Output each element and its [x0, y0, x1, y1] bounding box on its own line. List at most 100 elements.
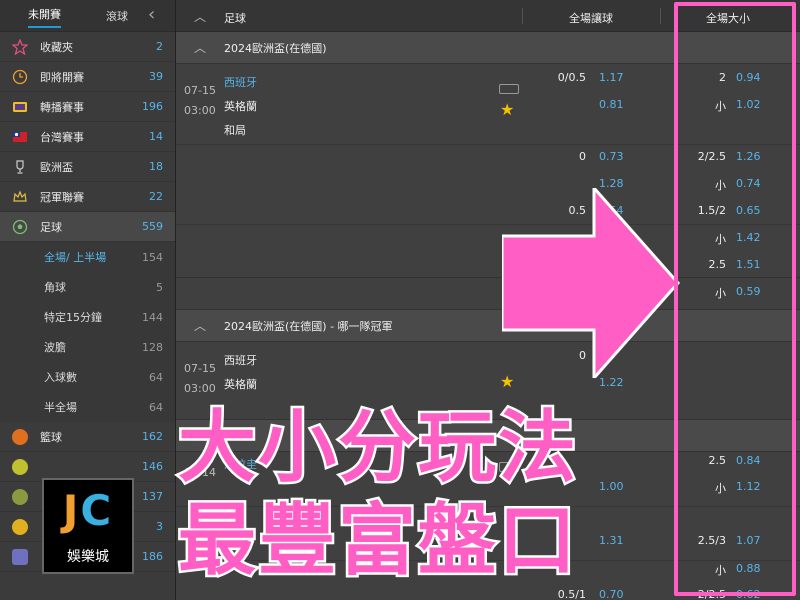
sidebar-item-basketball[interactable]: 籃球 162: [0, 422, 175, 452]
header-divider: [522, 8, 523, 24]
sidebar-item-starting-soon[interactable]: 即將開賽 39: [0, 62, 175, 92]
handicap-odd[interactable]: 1.31: [599, 534, 624, 547]
sidebar-item-champions-league[interactable]: 冠軍聯賽 22: [0, 182, 175, 212]
tab-live[interactable]: 滾球: [106, 8, 128, 24]
match-row: 07-14 烏拉圭 2.5 0.84 1.00 小 1.12 1.31 2.5/…: [176, 452, 800, 600]
ou-line: 小: [715, 179, 726, 192]
league-header[interactable]: ︿ 2024歐洲盃(在德國) - 哪一隊冠軍: [176, 310, 800, 342]
header-handicap: 全場讓球: [569, 12, 613, 25]
trophy-icon: [0, 159, 40, 175]
chevron-up-icon[interactable]: ︿: [194, 427, 206, 444]
volleyball-icon: [0, 518, 40, 535]
away-team[interactable]: 英格蘭: [224, 376, 257, 392]
sidebar-item-label: 即將開賽: [40, 70, 84, 84]
baseball-icon: [0, 488, 40, 505]
sidebar-item-label: 籃球: [40, 430, 62, 444]
ou-odd[interactable]: 1.07: [736, 534, 761, 547]
favorite-star-icon[interactable]: ★: [500, 372, 514, 391]
sidebar-item-count: 196: [142, 100, 163, 113]
sidebar-item-label: 轉播賽事: [40, 100, 84, 114]
basketball-icon: [0, 428, 40, 445]
handicap-odd[interactable]: 0.73: [599, 150, 624, 163]
sidebar-item-taiwan[interactable]: 台灣賽事 14: [0, 122, 175, 152]
ou-odd[interactable]: 1.51: [736, 258, 761, 271]
match-time: 03:00: [184, 382, 216, 395]
league-header[interactable]: ︿ 2024歐洲盃(在德國): [176, 32, 800, 64]
brand-logo: JC 娛樂城: [42, 478, 134, 574]
match-date: 07-15: [184, 362, 216, 375]
chevron-up-icon[interactable]: ︿: [194, 317, 206, 334]
sidebar-item-euro-cup[interactable]: 歐洲盃 18: [0, 152, 175, 182]
ou-odd[interactable]: 0.65: [736, 204, 761, 217]
sidebar-item-label: 足球: [40, 220, 62, 234]
sidebar-subitem-half-full[interactable]: 半全場 64: [0, 392, 175, 422]
handicap-odd[interactable]: 1.00: [599, 480, 624, 493]
ou-odd[interactable]: 0.94: [736, 71, 761, 84]
handicap-odd[interactable]: 1.54: [599, 204, 624, 217]
handicap-line: 0/0.5: [557, 71, 586, 84]
league-name: 2024歐洲盃(在德國) - 哪一隊冠軍: [224, 319, 393, 333]
ou-odd[interactable]: 0.88: [736, 562, 761, 575]
tab-upcoming[interactable]: 未開賽: [28, 6, 61, 28]
sidebar-subitem-total-goals[interactable]: 入球數 64: [0, 362, 175, 392]
sidebar-subitem-correct-score[interactable]: 波膽 128: [0, 332, 175, 362]
handicap-line: 0.5: [568, 204, 587, 217]
sidebar-item-soccer[interactable]: 足球 559: [0, 212, 175, 242]
sidebar-subitem-corners[interactable]: 角球 5: [0, 272, 175, 302]
sidebar-item-count: 14: [149, 130, 163, 143]
ou-odd[interactable]: 0.84: [736, 454, 761, 467]
sidebar-item-count: 22: [149, 190, 163, 203]
away-team[interactable]: 英格蘭: [224, 98, 257, 114]
handicap-odd[interactable]: 0.70: [599, 588, 624, 600]
sidebar-subitem-label: 全場/ 上半場: [44, 251, 107, 264]
collapse-all-icon[interactable]: ︿: [194, 8, 206, 25]
match-time: 03:00: [184, 104, 216, 117]
match-row: 小 0.59: [176, 278, 800, 310]
handicap-odd[interactable]: 1.17: [599, 71, 624, 84]
handicap-odd[interactable]: 1.28: [599, 177, 624, 190]
match-date: 07-15: [184, 84, 216, 97]
sidebar-subitem-full-half[interactable]: 全場/ 上半場 154: [0, 242, 175, 272]
row-divider: [176, 506, 800, 507]
tv-icon: [0, 99, 40, 115]
sidebar-subitem-15min[interactable]: 特定15分鐘 144: [0, 302, 175, 332]
sidebar-tabs: 未開賽 滾球 ‹: [0, 0, 175, 32]
ou-odd[interactable]: 0.62: [736, 588, 761, 600]
match-row: 07-15 03:00 西班牙 英格蘭 和局 ★ 0/0.5 1.17 2 0.…: [176, 64, 800, 278]
favorite-star-icon[interactable]: ★: [500, 100, 514, 119]
handicap-odd[interactable]: 0.81: [599, 98, 624, 111]
chevron-up-icon[interactable]: ︿: [194, 39, 206, 56]
sidebar-item-count: 137: [142, 490, 163, 503]
ou-line: 2/2.5: [697, 588, 726, 600]
ou-odd[interactable]: 1.02: [736, 98, 761, 111]
ou-odd[interactable]: 0.59: [736, 285, 761, 298]
ou-odd[interactable]: 1.42: [736, 231, 761, 244]
sidebar-item-broadcast[interactable]: 轉播賽事 196: [0, 92, 175, 122]
sidebar-item-count: 3: [156, 520, 163, 533]
sidebar-item-favorites[interactable]: 收藏夾 2: [0, 32, 175, 62]
esports-icon: [0, 548, 40, 565]
home-team[interactable]: 西班牙: [224, 352, 257, 368]
handicap-line: 0.5/1: [557, 588, 586, 600]
ou-odd[interactable]: 1.26: [736, 150, 761, 163]
ou-odd[interactable]: 0.74: [736, 177, 761, 190]
tennis-ball-icon: [0, 458, 40, 475]
sidebar-subitem-count: 64: [149, 370, 163, 384]
sidebar-item-count: 2: [156, 40, 163, 53]
home-team[interactable]: 西班牙: [224, 74, 257, 90]
stats-icon[interactable]: [499, 462, 519, 472]
ou-line: 2.5: [708, 258, 727, 271]
collapse-sidebar-icon[interactable]: ‹: [148, 4, 155, 25]
handicap-line: 0: [579, 349, 586, 362]
league-header[interactable]: ︿: [176, 420, 800, 452]
sidebar-subitem-label: 特定15分鐘: [44, 311, 102, 324]
sidebar-subitem-label: 角球: [44, 281, 66, 294]
sidebar-item-count: 18: [149, 160, 163, 173]
handicap-odd[interactable]: 1.22: [599, 376, 624, 389]
home-team[interactable]: 烏拉圭: [224, 456, 257, 472]
ou-odd[interactable]: 1.12: [736, 480, 761, 493]
stats-icon[interactable]: [499, 84, 519, 94]
ou-line: 小: [715, 233, 726, 246]
logo-letters: JC: [44, 486, 132, 535]
logo-letter-j: J: [62, 486, 81, 535]
